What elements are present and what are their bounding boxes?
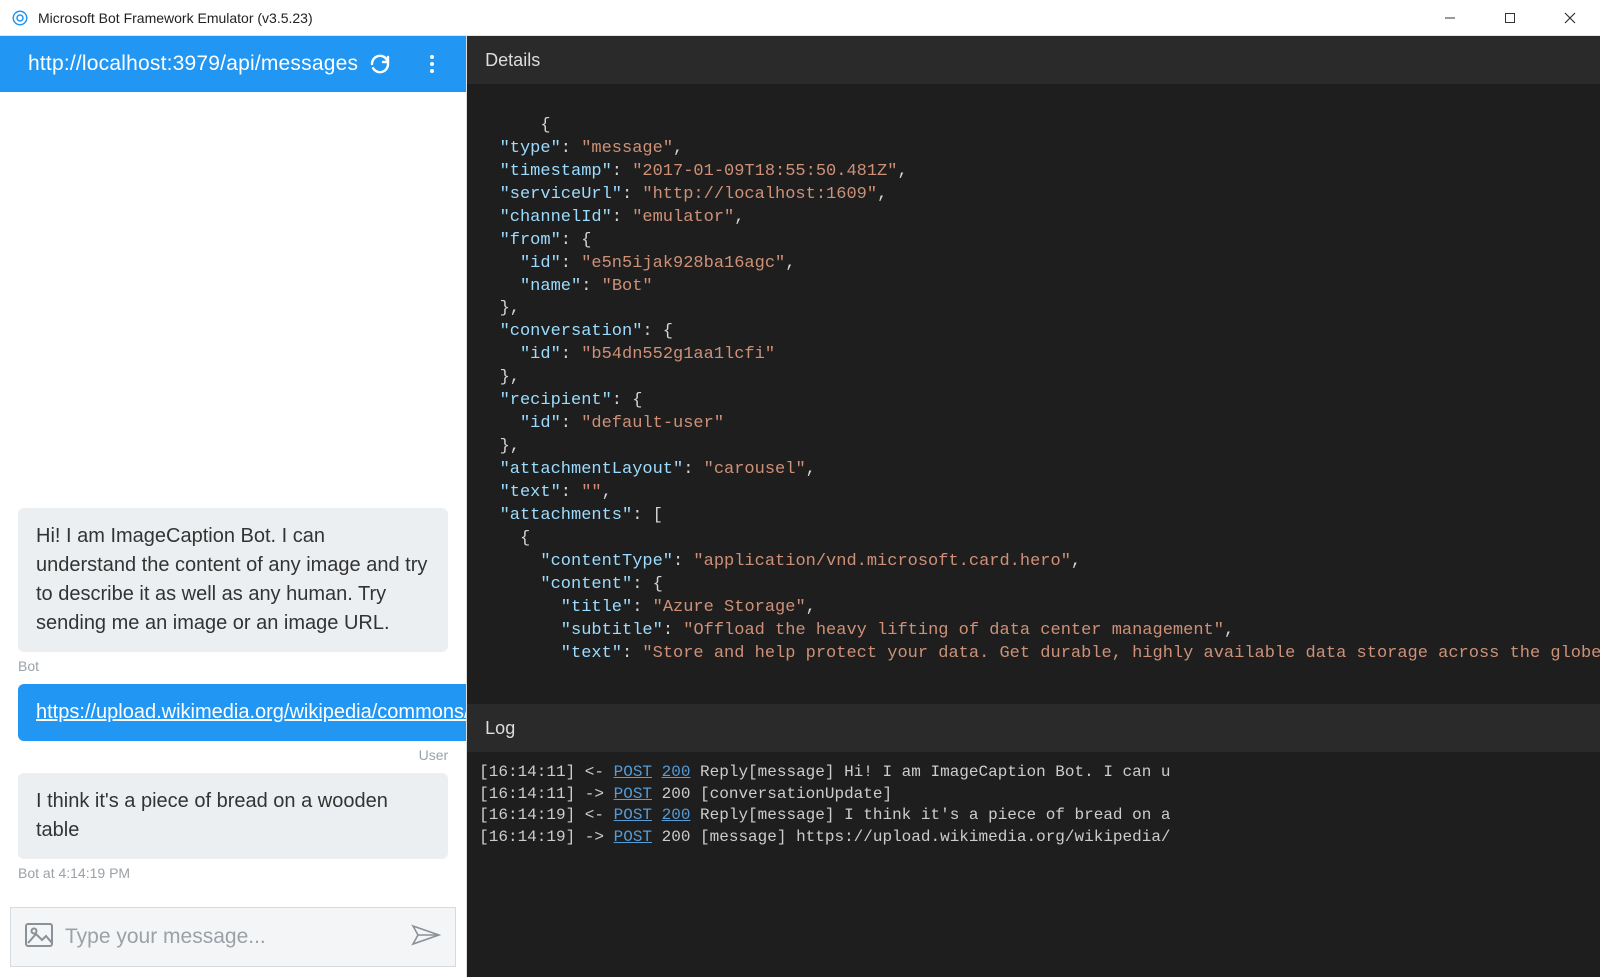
json-value: Store and help protect your data. Get du… <box>653 644 1600 663</box>
window-controls <box>1420 0 1600 36</box>
json-value: b54dn552g1aa1lcfi <box>591 345 764 364</box>
log-title: Log <box>485 718 515 739</box>
json-value: Bot <box>612 277 643 296</box>
log-view[interactable]: [16:14:11] <- POST 200 Reply[message] Hi… <box>467 752 1600 977</box>
json-value: carousel <box>714 460 796 479</box>
message-bubble[interactable]: I think it's a piece of bread on a woode… <box>18 773 448 859</box>
message-meta: User <box>18 747 448 763</box>
log-method-link[interactable]: POST <box>614 763 652 781</box>
log-header: Log <box>467 704 1600 752</box>
log-line: [16:14:19] <- POST 200 Reply[message] I … <box>479 806 1170 824</box>
chat-message-bot: I think it's a piece of bread on a woode… <box>18 773 448 881</box>
log-method-link[interactable]: POST <box>614 785 652 803</box>
chat-transcript[interactable]: Hi! I am ImageCaption Bot. I can underst… <box>0 92 466 897</box>
attach-image-icon[interactable] <box>25 923 53 952</box>
json-value: application/vnd.microsoft.card.hero <box>704 552 1061 571</box>
chat-panel: http://localhost:3979/api/messages Hi! I… <box>0 36 467 977</box>
window-title: Microsoft Bot Framework Emulator (v3.5.2… <box>38 10 313 26</box>
refresh-button[interactable] <box>358 42 402 86</box>
message-link[interactable]: https://upload.wikimedia.org/wikipedia/c… <box>36 701 466 723</box>
log-line: [16:14:11] -> POST 200 [conversationUpda… <box>479 785 892 803</box>
json-value: default-user <box>591 414 713 433</box>
details-json[interactable]: { "type": "message", "timestamp": "2017-… <box>467 84 1600 704</box>
chat-message-user: https://upload.wikimedia.org/wikipedia/c… <box>18 684 448 763</box>
log-method-link[interactable]: POST <box>614 828 652 846</box>
details-title: Details <box>485 50 540 71</box>
minimize-button[interactable] <box>1420 0 1480 36</box>
message-bubble[interactable]: Hi! I am ImageCaption Bot. I can underst… <box>18 508 448 652</box>
message-input-bar <box>10 907 456 967</box>
endpoint-url: http://localhost:3979/api/messages <box>28 52 358 76</box>
json-value: Azure Storage <box>663 598 796 617</box>
json-value: http://localhost:1609 <box>653 185 867 204</box>
send-button[interactable] <box>411 923 441 952</box>
inspector-panel: Details { "type": "message", "timestamp"… <box>467 36 1600 977</box>
log-method-link[interactable]: POST <box>614 806 652 824</box>
close-button[interactable] <box>1540 0 1600 36</box>
window-titlebar: Microsoft Bot Framework Emulator (v3.5.2… <box>0 0 1600 36</box>
app-icon <box>10 8 30 28</box>
json-value: e5n5ijak928ba16agc <box>591 254 775 273</box>
maximize-button[interactable] <box>1480 0 1540 36</box>
chat-header: http://localhost:3979/api/messages <box>0 36 466 92</box>
message-text: Hi! I am ImageCaption Bot. I can underst… <box>36 525 427 634</box>
log-line: [16:14:19] -> POST 200 [message] https:/… <box>479 828 1170 846</box>
log-status-link[interactable]: 200 <box>662 806 691 824</box>
log-status-link[interactable]: 200 <box>662 763 691 781</box>
more-menu-button[interactable] <box>410 42 454 86</box>
message-input[interactable] <box>65 925 399 949</box>
json-value: 2017-01-09T18:55:50.481Z <box>642 162 887 181</box>
message-meta: Bot at 4:14:19 PM <box>18 865 448 881</box>
json-value: emulator <box>642 208 724 227</box>
chat-message-bot: Hi! I am ImageCaption Bot. I can underst… <box>18 508 448 674</box>
json-value: Offload the heavy lifting of data center… <box>693 621 1213 640</box>
details-header: Details <box>467 36 1600 84</box>
message-text: I think it's a piece of bread on a woode… <box>36 790 388 841</box>
log-line: [16:14:11] <- POST 200 Reply[message] Hi… <box>479 763 1170 781</box>
message-meta: Bot <box>18 658 448 674</box>
message-bubble[interactable]: https://upload.wikimedia.org/wikipedia/c… <box>18 684 466 741</box>
json-value: message <box>591 139 662 158</box>
